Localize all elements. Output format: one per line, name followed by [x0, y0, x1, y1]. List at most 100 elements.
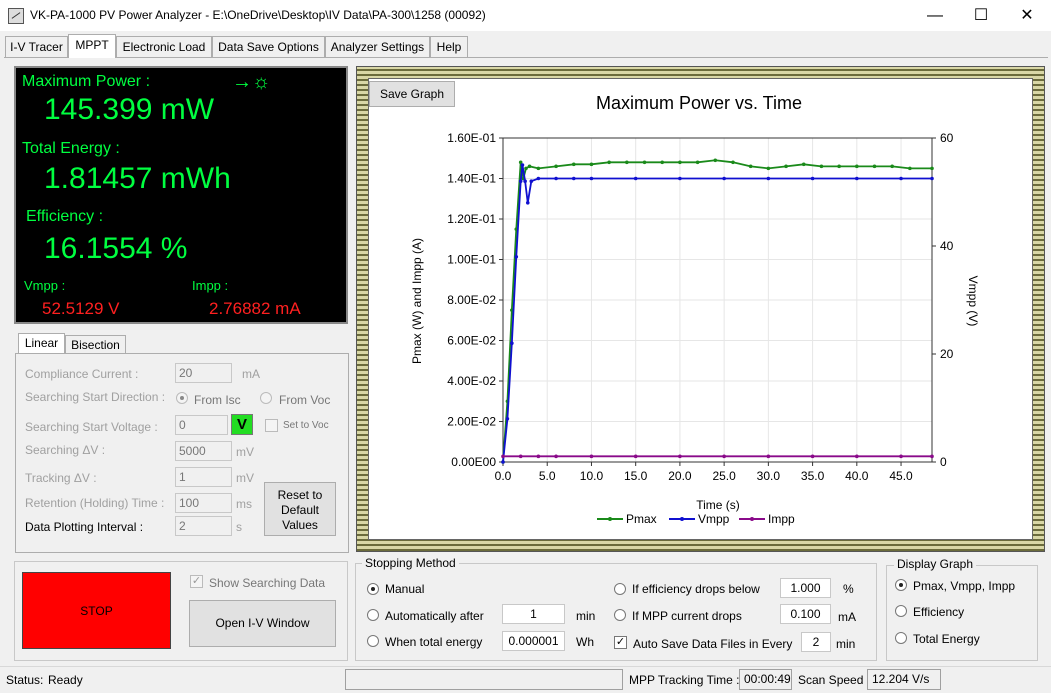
maximize-button[interactable]: ☐ [958, 0, 1004, 31]
mpp-drop-radio[interactable] [614, 609, 626, 621]
stopping-method-title: Stopping Method [362, 556, 459, 570]
auto-save-input[interactable] [801, 632, 831, 652]
manual-label: Manual [385, 582, 425, 596]
y-tick-label: 6.00E-02 [447, 334, 496, 348]
efficiency-drop-radio[interactable] [614, 583, 626, 595]
x-tick-label: 45.0 [889, 469, 913, 483]
tab-mppt[interactable]: MPPT [68, 34, 116, 58]
efficiency-drop-unit: % [843, 582, 854, 596]
mpp-drop-input[interactable] [780, 604, 831, 624]
mpp-drop-unit: mA [838, 610, 856, 624]
efficiency-radio[interactable] [895, 605, 907, 617]
measurement-display: Maximum Power : →☼ 145.399 mW Total Ener… [14, 66, 348, 324]
plot-interval-label: Data Plotting Interval : [25, 520, 144, 534]
auto-save-checkbox[interactable]: ✓ [614, 636, 627, 649]
data-point-impp [766, 454, 771, 459]
energy-input[interactable] [502, 631, 565, 651]
data-point-pmax [536, 166, 541, 171]
retention-input[interactable] [175, 493, 232, 513]
window-title: VK-PA-1000 PV Power Analyzer - E:\OneDri… [30, 8, 486, 22]
tab-electronic-load[interactable]: Electronic Load [116, 36, 212, 57]
total-energy-radio[interactable] [895, 632, 907, 644]
tab-help[interactable]: Help [430, 36, 468, 57]
tab-data-save-options[interactable]: Data Save Options [212, 36, 325, 57]
data-point-pmax [930, 166, 934, 171]
y2-axis-label: Vmpp (V) [966, 276, 980, 327]
search-dv-unit: mV [236, 445, 254, 459]
data-point-vmpp [766, 176, 771, 181]
plot-interval-input[interactable] [175, 516, 232, 536]
data-point-vmpp [523, 179, 527, 183]
y-tick-label: 8.00E-02 [447, 293, 496, 307]
data-point-pmax [695, 160, 700, 165]
vmpp-label: Vmpp : [24, 278, 66, 293]
track-dv-unit: mV [236, 471, 254, 485]
track-dv-input[interactable] [175, 467, 232, 487]
from-isc-radio[interactable] [176, 392, 188, 404]
subtab-linear[interactable]: Linear [18, 333, 65, 355]
close-button[interactable]: ✕ [1004, 0, 1050, 31]
auto-after-input[interactable] [502, 604, 565, 624]
retention-unit: ms [236, 497, 252, 511]
legend-label-vmpp: Vmpp [698, 512, 730, 526]
data-point-pmax [890, 164, 894, 169]
start-voltage-input[interactable] [175, 415, 228, 435]
efficiency-label: Efficiency : [26, 208, 104, 225]
direction-label: Searching Start Direction : [25, 390, 166, 404]
data-point-vmpp [510, 341, 514, 346]
auto-after-radio[interactable] [367, 609, 379, 621]
minimize-button[interactable]: — [912, 0, 958, 31]
manual-radio[interactable] [367, 583, 379, 595]
save-graph-button[interactable]: Save Graph [369, 81, 455, 107]
search-dv-label: Searching ΔV : [25, 443, 106, 457]
x-axis-label: Time (s) [696, 498, 740, 512]
data-point-pmax [908, 166, 912, 171]
start-voltage-label: Searching Start Voltage : [25, 420, 158, 434]
legend-label-pmax: Pmax [626, 512, 657, 526]
title-bar: VK-PA-1000 PV Power Analyzer - E:\OneDri… [0, 0, 1051, 31]
data-point-pmax [607, 160, 611, 165]
search-dv-input[interactable] [175, 441, 232, 461]
stop-button[interactable]: STOP [22, 572, 171, 649]
data-point-vmpp [810, 176, 815, 181]
retention-label: Retention (Holding) Time : [25, 496, 165, 510]
open-iv-window-button[interactable]: Open I-V Window [189, 600, 336, 647]
when-energy-radio[interactable] [367, 635, 379, 647]
energy-unit: Wh [576, 635, 594, 649]
data-point-pmax [766, 166, 771, 171]
status-bar: Status: Ready MPP Tracking Time : 00:00:… [0, 666, 1051, 693]
data-point-pmax [731, 160, 735, 165]
data-point-pmax [713, 158, 718, 163]
data-point-vmpp [930, 176, 934, 181]
data-point-impp [899, 454, 903, 459]
tab-analyzer-settings[interactable]: Analyzer Settings [325, 36, 430, 57]
data-point-impp [855, 454, 859, 459]
efficiency-drop-input[interactable] [780, 578, 831, 598]
data-point-vmpp [899, 176, 903, 181]
mpp-drop-label: If MPP current drops [632, 609, 742, 623]
impp-value: 2.76882 mA [209, 299, 301, 318]
reset-defaults-button[interactable]: Reset to Default Values [264, 482, 336, 536]
pmax-vmpp-impp-radio[interactable] [895, 579, 907, 591]
set-to-voc-checkbox[interactable] [265, 419, 278, 432]
y-tick-label: 1.60E-01 [447, 131, 496, 145]
data-point-impp [930, 454, 934, 459]
data-point-vmpp [520, 163, 525, 167]
graph-panel: 0.0 5.0 10.0 15.0 20.0 25.0 30.0 35.0 40.0 45.0 0.… [368, 78, 1033, 540]
x-tick-label: 15.0 [624, 469, 648, 483]
data-point-pmax [524, 166, 528, 171]
y-tick-label: 0.00E00 [451, 455, 496, 469]
from-voc-radio[interactable] [260, 392, 272, 404]
y2-tick-label: 40 [940, 239, 954, 253]
data-point-impp [722, 454, 726, 459]
data-point-vmpp [525, 201, 530, 205]
from-voc-label: From Voc [279, 393, 331, 407]
subtab-bisection[interactable]: Bisection [65, 335, 126, 355]
show-searching-checkbox[interactable]: ✓ [190, 575, 203, 588]
data-point-vmpp [536, 176, 541, 181]
set-to-voc-label: Set to Voc [283, 420, 329, 431]
set-voltage-button[interactable]: V [231, 414, 253, 435]
x-tick-label: 30.0 [757, 469, 781, 483]
tab-iv-tracer[interactable]: I-V Tracer [5, 36, 68, 57]
compliance-input[interactable] [175, 363, 232, 383]
